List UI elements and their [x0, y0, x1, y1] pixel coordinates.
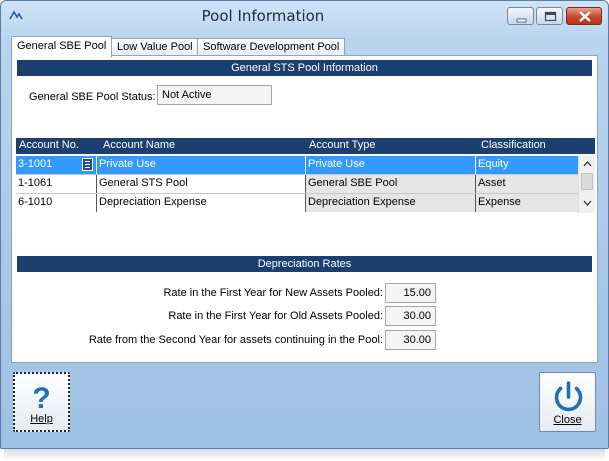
- tab-panel: General STS Pool Information General SBE…: [11, 55, 598, 363]
- account-name-cell: Depreciation Expense: [96, 194, 305, 212]
- window-title: Pool Information: [201, 7, 325, 25]
- classification-cell: Asset: [475, 175, 578, 193]
- close-button[interactable]: Close: [539, 372, 596, 432]
- column-header-account-no[interactable]: Account No.: [19, 139, 79, 151]
- help-button-label: Help: [30, 413, 53, 425]
- column-header-account-type[interactable]: Account Type: [309, 139, 375, 151]
- account-type-cell: General SBE Pool: [305, 175, 475, 193]
- account-no-cell: 1-1061: [18, 177, 53, 189]
- rate-new-assets-field[interactable]: 15.00: [385, 283, 436, 303]
- close-button-label: Close: [553, 414, 582, 426]
- classification-cell: Equity: [475, 156, 578, 174]
- window-shadow: [4, 449, 605, 461]
- minimize-icon: [516, 18, 527, 23]
- rate-second-year-field[interactable]: 30.00: [385, 330, 436, 350]
- column-header-account-name[interactable]: Account Name: [103, 139, 175, 151]
- rate-second-year-label: Rate from the Second Year for assets con…: [88, 334, 383, 346]
- window-close-button[interactable]: [566, 7, 602, 25]
- maximize-icon: [544, 11, 557, 22]
- pool-status-field: Not Active: [157, 85, 272, 105]
- help-button[interactable]: ? Help: [13, 372, 70, 432]
- account-name-cell: General STS Pool: [96, 175, 305, 193]
- title-bar[interactable]: Pool Information: [1, 1, 608, 31]
- account-type-cell: Depreciation Expense: [305, 194, 475, 212]
- close-x-icon: [579, 11, 591, 22]
- scrollbar-thumb[interactable]: [581, 173, 593, 190]
- account-name-cell: Private Use: [96, 156, 305, 174]
- main-content: General SBE Pool Low Value Pool Software…: [11, 36, 598, 363]
- column-header-classification[interactable]: Classification: [481, 139, 546, 151]
- pool-info-header: General STS Pool Information: [17, 60, 592, 76]
- accounts-grid: Account No. Account Name Account Type Cl…: [16, 138, 595, 213]
- list-lookup-icon[interactable]: [82, 158, 93, 171]
- accounts-scrollbar[interactable]: [578, 156, 595, 213]
- scroll-down-icon[interactable]: [579, 196, 596, 210]
- accounts-grid-header: Account No. Account Name Account Type Cl…: [16, 138, 595, 154]
- rate-old-assets-field[interactable]: 30.00: [385, 306, 436, 326]
- pool-status-label: General SBE Pool Status:: [29, 91, 156, 103]
- power-icon: [554, 381, 583, 412]
- rate-new-assets-label: Rate in the First Year for New Assets Po…: [163, 287, 383, 299]
- minimize-button[interactable]: [507, 7, 534, 25]
- tab-low-value-pool[interactable]: Low Value Pool: [111, 38, 199, 56]
- svg-text:?: ?: [32, 382, 50, 414]
- table-row[interactable]: 3-1001 Private Use Private Use Equity: [16, 156, 578, 174]
- classification-cell: Expense: [475, 194, 578, 212]
- question-mark-icon: ?: [32, 382, 50, 414]
- scroll-up-icon[interactable]: [579, 157, 596, 171]
- account-no-cell: 6-1010: [18, 196, 53, 208]
- tab-software-development-pool[interactable]: Software Development Pool: [197, 38, 346, 56]
- rate-old-assets-label: Rate in the First Year for Old Assets Po…: [168, 310, 383, 322]
- depreciation-rates-header: Depreciation Rates: [17, 256, 592, 272]
- account-type-cell: Private Use: [305, 156, 475, 174]
- table-row[interactable]: 1-1061 General STS Pool General SBE Pool…: [16, 175, 578, 193]
- table-row[interactable]: 6-1010 Depreciation Expense Depreciation…: [16, 194, 578, 212]
- maximize-button[interactable]: [536, 7, 563, 25]
- pool-information-window: Pool Information General SBE Pool Low Va…: [0, 0, 609, 449]
- tab-general-sbe-pool[interactable]: General SBE Pool: [11, 36, 113, 57]
